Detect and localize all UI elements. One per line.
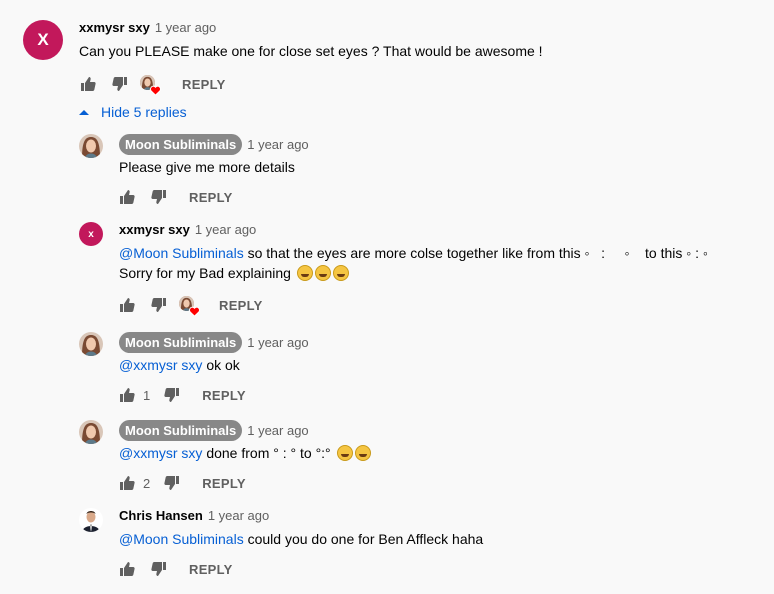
comment-text: @xxmysr sxy ok ok: [119, 355, 240, 375]
comment-text: Can you PLEASE make one for close set ey…: [79, 43, 543, 59]
thumb-up-icon[interactable]: [119, 561, 135, 577]
like-count: 2: [143, 475, 151, 491]
avatar[interactable]: [79, 420, 103, 444]
comment-text: Please give me more details: [119, 159, 295, 175]
thumb-up-icon[interactable]: [119, 475, 135, 491]
comment-body: ok ok: [202, 357, 240, 373]
reply-button[interactable]: REPLY: [202, 476, 246, 491]
timestamp[interactable]: 1 year ago: [247, 423, 308, 438]
mention-link[interactable]: @Moon Subliminals: [119, 245, 244, 261]
thumb-up-icon[interactable]: [119, 387, 135, 403]
author-name[interactable]: Moon Subliminals: [119, 134, 243, 155]
comment-actions: REPLY: [119, 559, 233, 579]
avatar[interactable]: [79, 134, 103, 158]
avatar[interactable]: [79, 332, 103, 356]
mention-link[interactable]: @xxmysr sxy: [119, 357, 202, 373]
comment-actions: 2 REPLY: [119, 473, 246, 493]
reply-button[interactable]: REPLY: [219, 298, 263, 313]
comment-header: xxmysr sxy 1 year ago: [119, 222, 256, 237]
comment-actions: 1 REPLY: [119, 385, 246, 405]
grinning-squint-emoji: [336, 445, 353, 461]
comment-header: Moon Subliminals 1 year ago: [119, 134, 309, 155]
comment-header: Moon Subliminals 1 year ago: [119, 420, 309, 441]
thumb-down-icon[interactable]: [151, 561, 167, 577]
timestamp[interactable]: 1 year ago: [195, 222, 256, 237]
comment-body: done from ° : ° to °:°: [202, 445, 335, 461]
comment-actions: REPLY: [80, 74, 226, 94]
comment-text-line2: Sorry for my Bad explaining: [119, 263, 349, 283]
hide-replies-label: Hide 5 replies: [101, 104, 187, 120]
comment-body: so that the eyes are more colse together…: [243, 245, 708, 261]
avatar[interactable]: X: [23, 20, 63, 60]
reply-button[interactable]: REPLY: [189, 562, 233, 577]
thumb-down-icon[interactable]: [112, 76, 128, 92]
thumb-down-icon[interactable]: [164, 387, 180, 403]
like-count: 1: [143, 387, 151, 403]
comment-text: @Moon Subliminals so that the eyes are m…: [119, 243, 708, 263]
creator-heart-icon: [140, 75, 158, 93]
author-name[interactable]: Chris Hansen: [119, 508, 203, 523]
comment-header: Moon Subliminals 1 year ago: [119, 332, 309, 353]
author-name[interactable]: xxmysr sxy: [119, 222, 190, 237]
author-name[interactable]: Moon Subliminals: [119, 332, 243, 353]
creator-heart-icon: [179, 296, 197, 314]
hide-replies-button[interactable]: Hide 5 replies: [79, 104, 187, 120]
comment-text: @xxmysr sxy done from ° : ° to °:°: [119, 443, 371, 463]
timestamp[interactable]: 1 year ago: [247, 137, 308, 152]
grinning-squint-emoji: [314, 265, 331, 281]
timestamp[interactable]: 1 year ago: [155, 20, 216, 35]
author-name[interactable]: xxmysr sxy: [79, 20, 150, 35]
thumb-up-icon[interactable]: [119, 189, 135, 205]
mention-link[interactable]: @Moon Subliminals: [119, 531, 244, 547]
thumb-down-icon[interactable]: [151, 297, 167, 313]
comment-body: Sorry for my Bad explaining: [119, 265, 291, 281]
thumb-down-icon[interactable]: [164, 475, 180, 491]
comment-text: @Moon Subliminals could you do one for B…: [119, 529, 483, 549]
timestamp[interactable]: 1 year ago: [208, 508, 269, 523]
thumb-down-icon[interactable]: [151, 189, 167, 205]
avatar[interactable]: x: [79, 222, 103, 246]
grinning-squint-emoji: [332, 265, 349, 281]
comment-actions: REPLY: [119, 295, 263, 315]
thumb-up-icon[interactable]: [80, 76, 96, 92]
comment-body: could you do one for Ben Affleck haha: [243, 531, 484, 547]
caret-up-icon: [79, 110, 89, 115]
grinning-squint-emoji: [354, 445, 371, 461]
reply-button[interactable]: REPLY: [202, 388, 246, 403]
comment-header: xxmysr sxy 1 year ago: [79, 20, 216, 35]
avatar[interactable]: [79, 508, 103, 532]
reply-button[interactable]: REPLY: [189, 190, 233, 205]
grinning-squint-emoji: [296, 265, 313, 281]
comment-actions: REPLY: [119, 187, 233, 207]
author-name[interactable]: Moon Subliminals: [119, 420, 243, 441]
timestamp[interactable]: 1 year ago: [247, 335, 308, 350]
mention-link[interactable]: @xxmysr sxy: [119, 445, 202, 461]
comment-header: Chris Hansen 1 year ago: [119, 508, 269, 523]
reply-button[interactable]: REPLY: [182, 77, 226, 92]
thumb-up-icon[interactable]: [119, 297, 135, 313]
